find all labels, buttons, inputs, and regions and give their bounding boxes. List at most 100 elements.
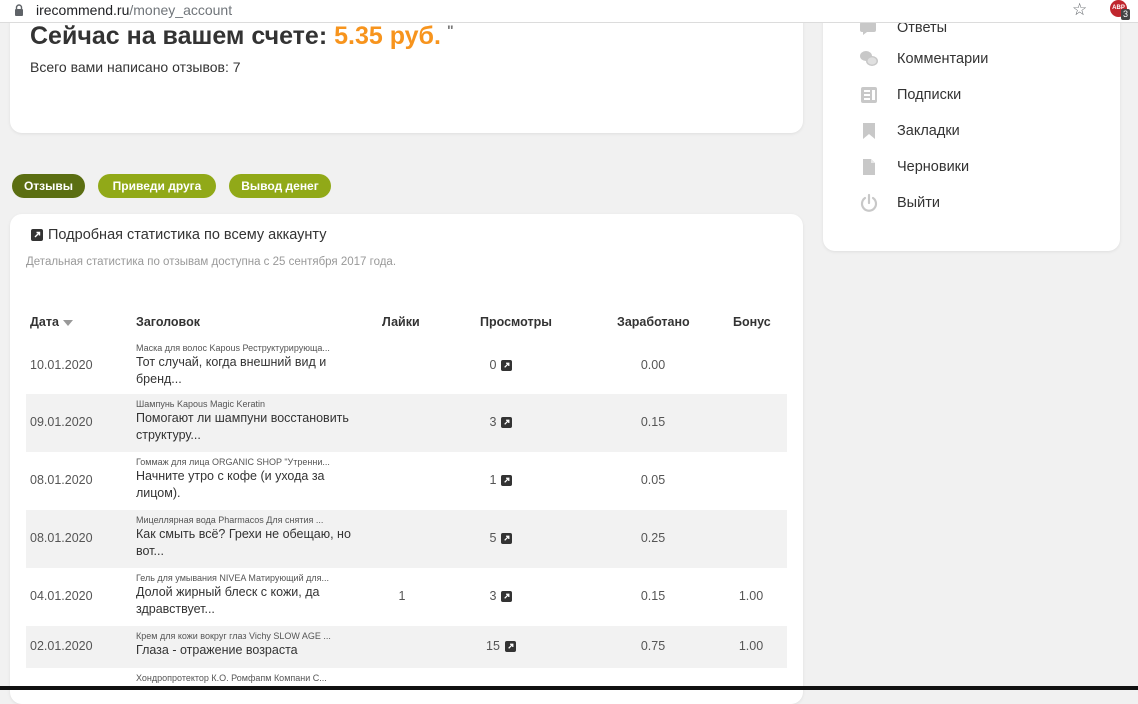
column-header-date[interactable]: Дата — [30, 315, 73, 329]
browser-address-bar[interactable]: irecommend.ru/money_account ☆ ABP 3 — [0, 0, 1138, 23]
review-heading-line1: Помогают ли шампуни восстановить — [136, 411, 349, 425]
views-count: 15 — [486, 639, 500, 653]
external-link-icon[interactable] — [501, 532, 513, 544]
review-heading-line1: Долой жирный блеск с кожи, да — [136, 585, 320, 599]
views-count: 0 — [489, 358, 497, 372]
cell-earned: 0.00 — [640, 358, 666, 372]
sidebar-item-label: Черновики — [897, 159, 970, 175]
sidebar-item-drafts[interactable]: Черновики — [859, 155, 969, 179]
stats-title[interactable]: Подробная статистика по всему аккаунту — [31, 227, 326, 243]
url-text[interactable]: irecommend.ru/money_account — [36, 1, 232, 19]
cell-title[interactable]: Гель для умывания NIVEA Матирующий для..… — [136, 572, 371, 618]
table-row: 10.01.2020 Маска для волос Kapous Реструк… — [26, 338, 787, 394]
table-row: 08.01.2020 Мицеллярная вода Pharmacos Для… — [26, 510, 787, 568]
review-heading-line2: структуру... — [136, 428, 201, 442]
document-icon — [863, 159, 875, 175]
external-link-icon[interactable] — [501, 416, 513, 428]
product-name: Хондропротектор К.О. Ромфапм Компани С..… — [136, 673, 327, 683]
sidebar-item-subscriptions[interactable]: Подписки — [859, 83, 961, 107]
review-heading-line2: здравствует... — [136, 602, 215, 616]
product-name: Крем для кожи вокруг глаз Vichy SLOW AGE… — [136, 631, 331, 641]
balance-card: Сейчас на вашем счете: 5.35 руб. " Всего … — [10, 6, 803, 133]
cell-title[interactable]: Гоммаж для лица ORGANIC SHOP "Утренни...… — [136, 456, 371, 502]
url-path: /money_account — [129, 2, 233, 18]
cell-likes: 1 — [398, 589, 406, 603]
table-row: 08.01.2020 Гоммаж для лица ORGANIC SHOP "… — [26, 452, 787, 510]
balance-prefix: Сейчас на вашем счете: — [30, 22, 328, 50]
cell-title[interactable]: Шампунь Kapous Magic Keratin Помогают ли … — [136, 398, 371, 444]
column-header-earned: Заработано — [617, 315, 690, 329]
sidebar-item-label: Подписки — [897, 87, 962, 103]
cell-earned: 0.15 — [640, 415, 666, 429]
bookmark-icon — [863, 123, 875, 139]
cell-views: 15 — [466, 639, 536, 653]
tab-withdraw-money[interactable]: Вывод денег — [229, 174, 331, 198]
cell-views: 1 — [466, 473, 536, 487]
column-header-bonus: Бонус — [733, 315, 771, 329]
product-name: Гель для умывания NIVEA Матирующий для..… — [136, 573, 329, 583]
external-link-icon — [31, 229, 43, 241]
external-link-icon[interactable] — [504, 640, 516, 652]
cell-title[interactable]: Мицеллярная вода Pharmacos Для снятия ..… — [136, 514, 371, 560]
cell-bonus: 1.00 — [738, 639, 764, 653]
product-name: Мицеллярная вода Pharmacos Для снятия ..… — [136, 515, 324, 525]
table-row: 02.01.2020 Крем для кожи вокруг глаз Vich… — [26, 626, 787, 668]
comments-icon — [860, 51, 878, 66]
cell-earned: 0.25 — [640, 531, 666, 545]
review-heading-line1: Начните утро с кофе (и ухода за — [136, 469, 325, 483]
cell-date: 04.01.2020 — [30, 589, 93, 603]
subscriptions-icon — [861, 87, 877, 103]
table-row: 04.01.2020 Гель для умывания NIVEA Матиру… — [26, 568, 787, 626]
stats-title-text: Подробная статистика по всему аккаунту — [48, 227, 327, 243]
balance-heading: Сейчас на вашем счете: 5.35 руб. " — [30, 22, 454, 51]
cell-earned: 0.05 — [640, 473, 666, 487]
url-host: irecommend.ru — [36, 2, 130, 18]
cell-title[interactable]: Хондропротектор К.О. Ромфапм Компани С..… — [136, 672, 371, 684]
cell-views: 0 — [466, 358, 536, 372]
product-name: Шампунь Kapous Magic Keratin — [136, 399, 266, 409]
review-heading-line1: Как смыть всё? Грехи не обещаю, но — [136, 527, 351, 541]
user-menu-card: Ответы Комментарии Подписки Закладки Чер… — [823, 6, 1120, 251]
column-header-title: Заголовок — [136, 315, 200, 329]
cell-date: 08.01.2020 — [30, 473, 93, 487]
lock-icon — [15, 4, 23, 16]
cell-bonus: 1.00 — [738, 589, 764, 603]
sidebar-item-logout[interactable]: Выйти — [859, 191, 940, 215]
product-name: Гоммаж для лица ORGANIC SHOP "Утренни... — [136, 457, 330, 467]
review-heading-line1: Тот случай, когда внешний вид и — [136, 355, 327, 369]
column-header-date-label: Дата — [30, 315, 59, 329]
external-link-icon[interactable] — [501, 359, 513, 371]
sidebar-item-label: Комментарии — [897, 51, 989, 67]
bookmark-star-icon[interactable]: ☆ — [1072, 0, 1087, 20]
cell-title[interactable]: Маска для волос Kapous Реструктурирующа.… — [136, 342, 371, 388]
column-header-likes: Лайки — [382, 315, 420, 329]
cell-date: 10.01.2020 — [30, 358, 93, 372]
review-heading-line1: Глаза - отражение возраста — [136, 643, 298, 657]
tab-reviews[interactable]: Отзывы — [12, 174, 85, 198]
balance-amount: 5.35 руб. — [334, 22, 441, 50]
column-header-views: Просмотры — [480, 315, 552, 329]
cell-date: 09.01.2020 — [30, 415, 93, 429]
adblock-badge-count: 3 — [1121, 9, 1130, 20]
cell-title[interactable]: Крем для кожи вокруг глаз Vichy SLOW AGE… — [136, 630, 371, 659]
cell-earned: 0.75 — [640, 639, 666, 653]
table-row: 09.01.2020 Шампунь Kapous Magic Keratin По… — [26, 394, 787, 452]
tab-invite-friend[interactable]: Приведи друга — [98, 174, 216, 198]
cell-date: 02.01.2020 — [30, 639, 93, 653]
views-count: 5 — [489, 531, 497, 545]
stats-card: Подробная статистика по всему аккаунту Д… — [10, 214, 803, 704]
sidebar-item-label: Закладки — [897, 123, 960, 139]
sidebar-item-bookmarks[interactable]: Закладки — [859, 119, 960, 143]
adblock-extension-icon[interactable]: ABP 3 — [1110, 0, 1130, 20]
review-heading-line2: лицом). — [136, 486, 181, 500]
cell-views: 3 — [466, 415, 536, 429]
stats-note: Детальная статистика по отзывам доступна… — [26, 256, 397, 268]
sidebar-item-comments[interactable]: Комментарии — [859, 47, 988, 71]
cell-date: 08.01.2020 — [30, 531, 93, 545]
cell-views: 5 — [466, 531, 536, 545]
cell-earned: 0.15 — [640, 589, 666, 603]
external-link-icon[interactable] — [501, 474, 513, 486]
sidebar-item-label: Выйти — [897, 195, 940, 211]
views-count: 1 — [489, 473, 497, 487]
external-link-icon[interactable] — [501, 590, 513, 602]
